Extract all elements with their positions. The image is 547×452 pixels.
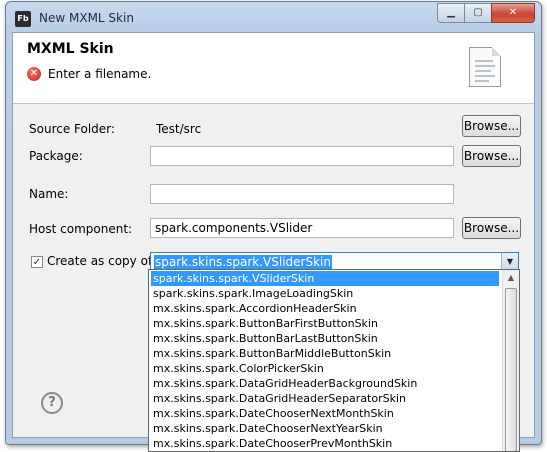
source-folder-value: Test/src xyxy=(156,122,202,136)
create-copy-label[interactable]: Create as copy of: xyxy=(47,254,156,268)
dropdown-item[interactable]: mx.skins.spark.DataGridHeaderSeparatorSk… xyxy=(151,391,499,406)
browse-host-component-button[interactable]: Browse... xyxy=(462,217,521,239)
combo-selected-value[interactable]: spark.skins.spark.VSliderSkin xyxy=(154,255,332,269)
dropdown-item[interactable]: mx.skins.spark.ButtonBarFirstButtonSkin xyxy=(151,316,499,331)
close-button[interactable]: ✕ xyxy=(491,3,535,23)
dropdown-item[interactable]: mx.skins.spark.ButtonBarMiddleButtonSkin xyxy=(151,346,499,361)
scroll-up-icon[interactable]: ▲ xyxy=(503,270,519,286)
browse-package-button[interactable]: Browse... xyxy=(462,145,521,167)
title-bar[interactable]: Fb New MXML Skin ▁ ▢ ✕ xyxy=(6,2,541,32)
app-icon: Fb xyxy=(15,11,31,27)
dropdown-item[interactable]: mx.skins.spark.DateChooserPrevMonthSkin xyxy=(151,436,499,451)
dropdown-item[interactable]: mx.skins.spark.DateChooserNextYearSkin xyxy=(151,421,499,436)
error-icon: ✕ xyxy=(27,67,41,81)
package-label: Package: xyxy=(29,149,83,163)
dropdown-item[interactable]: mx.skins.spark.DateChooserNextMonthSkin xyxy=(151,406,499,421)
host-component-label: Host component: xyxy=(29,222,133,236)
maximize-button[interactable]: ▢ xyxy=(464,3,492,23)
dropdown-item[interactable]: spark.skins.spark.ImageLoadingSkin xyxy=(151,286,499,301)
create-copy-checkbox[interactable]: ✓ xyxy=(31,256,43,268)
file-icon xyxy=(469,47,501,87)
minimize-button[interactable]: ▁ xyxy=(437,3,465,23)
dropdown-item[interactable]: mx.skins.spark.ButtonBarLastButtonSkin xyxy=(151,331,499,346)
dropdown-item[interactable]: mx.skins.spark.DataGridHeaderBackgroundS… xyxy=(151,376,499,391)
help-icon[interactable]: ? xyxy=(41,392,63,414)
scroll-thumb[interactable] xyxy=(505,288,517,451)
host-component-field[interactable]: spark.components.VSlider xyxy=(150,218,454,238)
dropdown-scrollbar[interactable]: ▲ xyxy=(502,270,519,451)
dropdown-item[interactable]: mx.skins.spark.AccordionHeaderSkin xyxy=(151,301,499,316)
error-message: Enter a filename. xyxy=(48,67,152,81)
package-field[interactable] xyxy=(150,146,454,166)
source-folder-label: Source Folder: xyxy=(29,122,115,136)
page-title: MXML Skin xyxy=(27,41,114,57)
name-field[interactable] xyxy=(150,184,454,204)
dropdown-item[interactable]: mx.skins.spark.ColorPickerSkin xyxy=(151,361,499,376)
window-controls: ▁ ▢ ✕ xyxy=(437,3,535,23)
browse-source-folder-button[interactable]: Browse... xyxy=(462,115,521,137)
wizard-header: MXML Skin ✕ Enter a filename. xyxy=(13,33,534,104)
window-title: New MXML Skin xyxy=(39,11,134,25)
name-label: Name: xyxy=(29,187,69,201)
skin-dropdown-list: spark.skins.spark.VSliderSkin spark.skin… xyxy=(148,269,520,452)
dropdown-item[interactable]: spark.skins.spark.VSliderSkin xyxy=(151,271,499,286)
